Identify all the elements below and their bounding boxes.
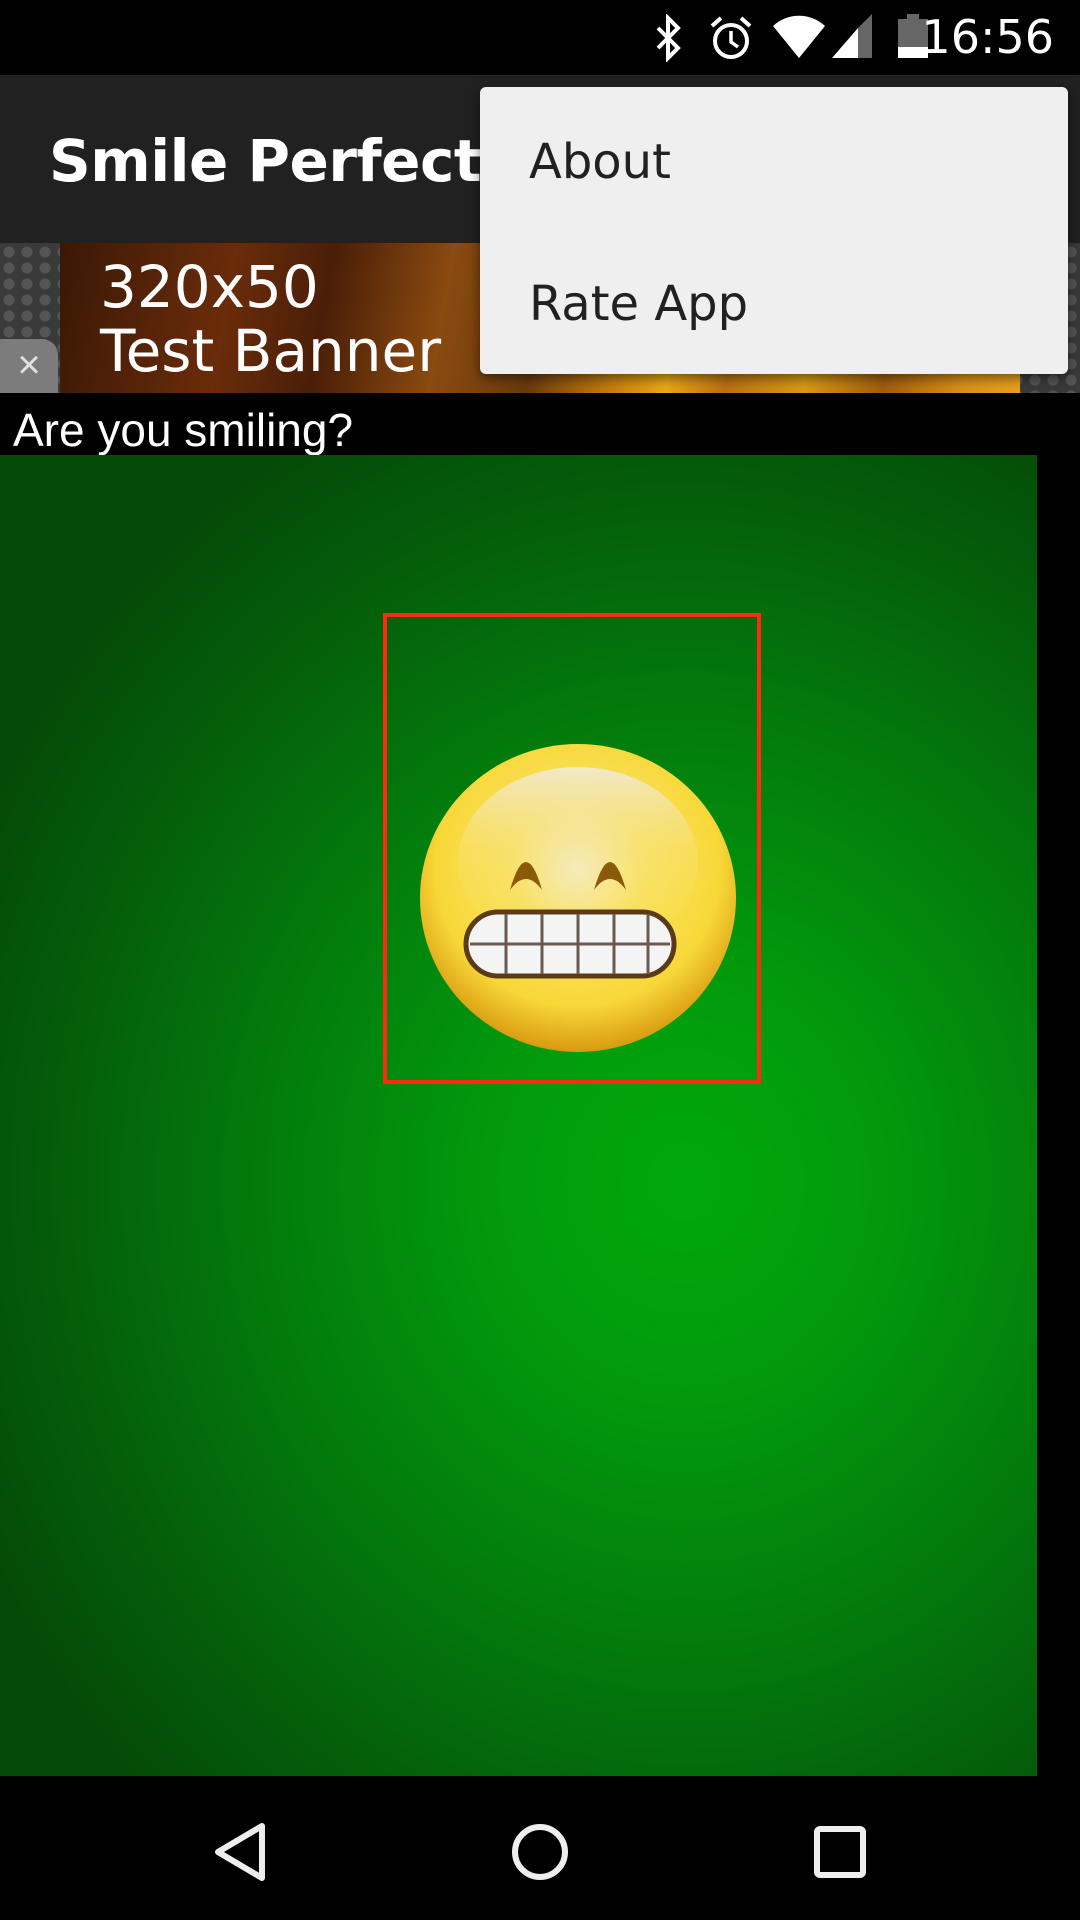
clock: 16:56 xyxy=(921,10,1054,64)
back-icon xyxy=(215,1823,265,1881)
close-icon: × xyxy=(17,343,41,387)
menu-item-about[interactable]: About xyxy=(480,92,1068,232)
camera-preview xyxy=(0,455,1037,1776)
app-title: Smile Perfect xyxy=(49,127,482,195)
menu-item-rate-app[interactable]: Rate App xyxy=(480,234,1068,374)
banner-line-2: Test Banner xyxy=(100,317,442,385)
recents-button[interactable] xyxy=(800,1812,880,1892)
banner-close-button[interactable]: × xyxy=(0,339,58,393)
back-button[interactable] xyxy=(200,1812,280,1892)
banner-line-1: 320x50 xyxy=(100,253,319,321)
bluetooth-icon xyxy=(656,14,681,62)
home-icon xyxy=(512,1824,568,1880)
overflow-menu: About Rate App xyxy=(480,87,1068,374)
home-button[interactable] xyxy=(500,1812,580,1892)
smile-prompt: Are you smiling? xyxy=(13,404,354,456)
alarm-icon xyxy=(710,16,752,59)
grinning-face-emoji xyxy=(420,744,736,1052)
wifi-icon xyxy=(773,15,825,58)
cell-signal-icon xyxy=(832,14,872,58)
status-bar: 16:56 xyxy=(0,0,1080,75)
recents-icon xyxy=(814,1826,866,1878)
navigation-bar xyxy=(0,1776,1080,1920)
